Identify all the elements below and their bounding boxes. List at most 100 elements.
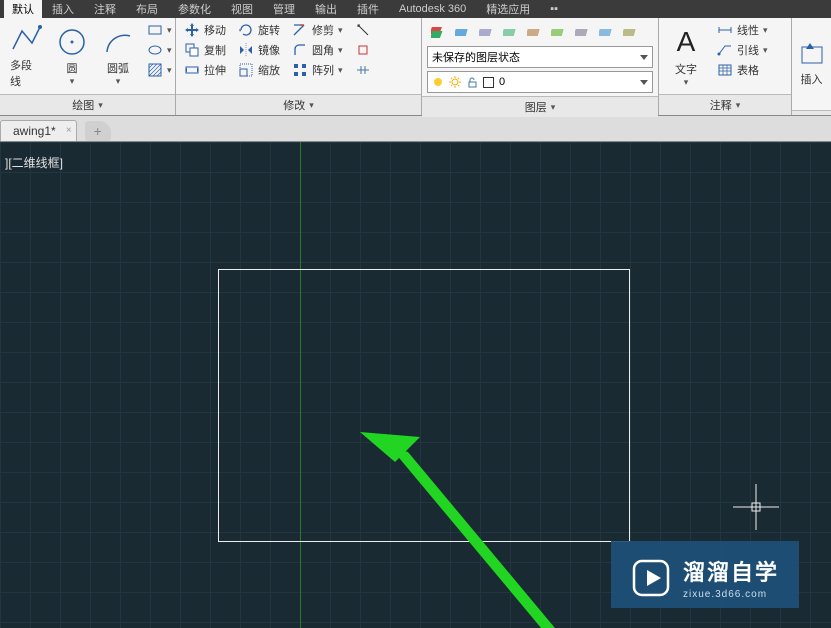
color-swatch	[483, 77, 494, 88]
table-icon	[717, 62, 733, 78]
array-button[interactable]: 阵列▾	[290, 61, 345, 79]
layer-walk-icon	[623, 24, 639, 40]
copy-icon	[184, 42, 200, 58]
new-tab-button[interactable]: +	[85, 121, 111, 141]
scale-button[interactable]: 缩放	[236, 61, 282, 79]
modify-misc1-icon	[355, 22, 371, 38]
menu-view[interactable]: 视图	[221, 0, 263, 18]
menubar: 默认 插入 注释 布局 参数化 视图 管理 输出 插件 Autodesk 360…	[0, 0, 831, 18]
ellipse-icon	[147, 42, 163, 58]
modify-ext-2[interactable]	[353, 41, 373, 59]
hatch-icon	[147, 62, 163, 78]
sun-icon	[449, 76, 461, 88]
watermark: 溜溜自学 zixue.3d66.com	[611, 541, 799, 608]
panel-modify-title[interactable]: 修改▾	[176, 94, 421, 115]
layer-state-select[interactable]: 未保存的图层状态	[427, 46, 653, 68]
circle-icon	[56, 26, 88, 58]
layer-tool-6[interactable]	[572, 22, 594, 42]
menu-layout[interactable]: 布局	[126, 0, 168, 18]
stretch-button[interactable]: 拉伸	[182, 61, 228, 79]
menu-annotate[interactable]: 注释	[84, 0, 126, 18]
menu-overflow[interactable]: ▪▪	[540, 2, 568, 16]
text-icon: A	[669, 25, 703, 59]
panel-draw-title[interactable]: 绘图▾	[0, 94, 175, 115]
layer-iso-icon	[551, 24, 567, 40]
panel-layer-title[interactable]: 图层▾	[422, 96, 658, 117]
layer-filter-icon	[455, 24, 471, 40]
insert-block-icon	[798, 41, 826, 69]
menu-manage[interactable]: 管理	[263, 0, 305, 18]
watermark-play-icon	[631, 558, 671, 598]
document-tabs: awing1* × +	[0, 116, 831, 142]
close-tab-button[interactable]: ×	[66, 125, 72, 136]
menu-a360[interactable]: Autodesk 360	[389, 2, 476, 16]
linear-dim-icon	[717, 22, 733, 38]
panel-modify: 移动 旋转 修剪▾ 复制 镜像 圆角▾ 拉伸 缩放 阵列▾ 修改▾	[176, 18, 422, 115]
layer-tool-2[interactable]	[476, 22, 498, 42]
rectangle-icon	[147, 22, 163, 38]
move-button[interactable]: 移动	[182, 21, 228, 39]
menu-plugin[interactable]: 插件	[347, 0, 389, 18]
arc-icon	[102, 26, 134, 58]
layer-tool-8[interactable]	[620, 22, 642, 42]
layer-lock-icon	[503, 24, 519, 40]
layer-props-icon	[431, 24, 447, 40]
stretch-icon	[184, 62, 200, 78]
rectangle-tool[interactable]: ▾	[145, 21, 174, 39]
panel-insert-title	[792, 110, 831, 115]
menu-featured[interactable]: 精选应用	[476, 0, 540, 18]
circle-button[interactable]: 圆 ▾	[50, 21, 94, 91]
layer-prev-icon	[599, 24, 615, 40]
polyline-icon	[10, 23, 42, 55]
layer-tool-7[interactable]	[596, 22, 618, 42]
crosshair-cursor	[731, 482, 781, 532]
panel-insert: 插入	[792, 18, 831, 115]
layer-tool-1[interactable]	[452, 22, 474, 42]
layer-tool-row	[427, 21, 653, 43]
rotate-button[interactable]: 旋转	[236, 21, 282, 39]
layer-tool-3[interactable]	[500, 22, 522, 42]
fillet-button[interactable]: 圆角▾	[290, 41, 345, 59]
watermark-title: 溜溜自学	[683, 555, 779, 587]
modify-misc3-icon	[355, 62, 371, 78]
ribbon: 多段线 圆 ▾ 圆弧 ▾ ▾ ▾ ▾ 绘图▾ 移动 旋转	[0, 18, 831, 116]
modify-misc2-icon	[355, 42, 371, 58]
layer-off-icon	[527, 24, 543, 40]
modify-ext-1[interactable]	[353, 21, 373, 39]
ellipse-tool[interactable]: ▾	[145, 41, 174, 59]
mirror-button[interactable]: 镜像	[236, 41, 282, 59]
view-label[interactable]: ][二维线框]	[5, 154, 63, 171]
panel-draw: 多段线 圆 ▾ 圆弧 ▾ ▾ ▾ ▾ 绘图▾	[0, 18, 176, 115]
lock-open-icon	[466, 76, 478, 88]
document-tab[interactable]: awing1* ×	[0, 120, 77, 141]
trim-icon	[292, 22, 308, 38]
layer-tool-4[interactable]	[524, 22, 546, 42]
layer-properties-button[interactable]	[428, 22, 450, 42]
bulb-on-icon	[432, 76, 444, 88]
table-button[interactable]: 表格	[715, 61, 770, 79]
menu-parametric[interactable]: 参数化	[168, 0, 221, 18]
leader-button[interactable]: 引线▾	[715, 41, 770, 59]
trim-button[interactable]: 修剪▾	[290, 21, 345, 39]
leader-icon	[717, 42, 733, 58]
modify-ext-3[interactable]	[353, 61, 373, 79]
menu-output[interactable]: 输出	[305, 0, 347, 18]
menu-insert[interactable]: 插入	[42, 0, 84, 18]
panel-annotate: A 文字 ▾ 线性▾ 引线▾ 表格 注释▾	[659, 18, 792, 115]
layer-match-icon	[575, 24, 591, 40]
arc-button[interactable]: 圆弧 ▾	[96, 21, 140, 91]
panel-annotate-title[interactable]: 注释▾	[659, 94, 791, 115]
drawing-canvas[interactable]: ][二维线框] 溜溜自学 zixue.3d66.com	[0, 142, 831, 628]
layer-freeze-icon	[479, 24, 495, 40]
layer-tool-5[interactable]	[548, 22, 570, 42]
linear-dim-button[interactable]: 线性▾	[715, 21, 770, 39]
hatch-tool[interactable]: ▾	[145, 61, 174, 79]
polyline-button[interactable]: 多段线	[4, 21, 48, 91]
mirror-icon	[238, 42, 254, 58]
text-button[interactable]: A 文字 ▾	[663, 21, 709, 91]
copy-button[interactable]: 复制	[182, 41, 228, 59]
scale-icon	[238, 62, 254, 78]
menu-tab-default[interactable]: 默认	[4, 0, 42, 18]
insert-button[interactable]: 插入	[792, 21, 831, 107]
layer-current-select[interactable]: 0	[427, 71, 653, 93]
